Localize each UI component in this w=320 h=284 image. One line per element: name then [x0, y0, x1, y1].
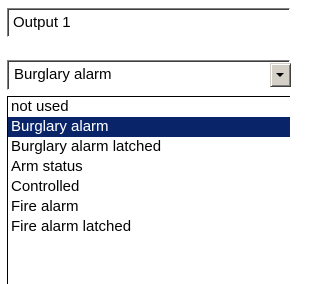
dropdown-option-not-used[interactable]: not used	[8, 97, 290, 117]
dropdown-option-fire-alarm[interactable]: Fire alarm	[8, 197, 290, 217]
output-settings-panel: Output 1 Burglary alarm not used Burglar…	[0, 0, 291, 284]
output-function-select[interactable]: Burglary alarm	[7, 60, 291, 90]
output-function-selected-value: Burglary alarm	[14, 66, 112, 83]
output-name-field[interactable]: Output 1	[7, 8, 290, 37]
chevron-down-icon	[276, 73, 284, 77]
output-function-dropdown-list[interactable]: not used Burglary alarm Burglary alarm l…	[7, 96, 290, 284]
dropdown-toggle-button[interactable]	[270, 63, 291, 87]
dropdown-option-controlled[interactable]: Controlled	[8, 177, 290, 197]
dropdown-option-burglary-alarm[interactable]: Burglary alarm	[8, 117, 290, 137]
dropdown-option-arm-status[interactable]: Arm status	[8, 157, 290, 177]
dropdown-option-fire-alarm-latched[interactable]: Fire alarm latched	[8, 217, 290, 237]
dropdown-option-burglary-alarm-latched[interactable]: Burglary alarm latched	[8, 137, 290, 157]
output-name-value: Output 1	[13, 14, 71, 31]
